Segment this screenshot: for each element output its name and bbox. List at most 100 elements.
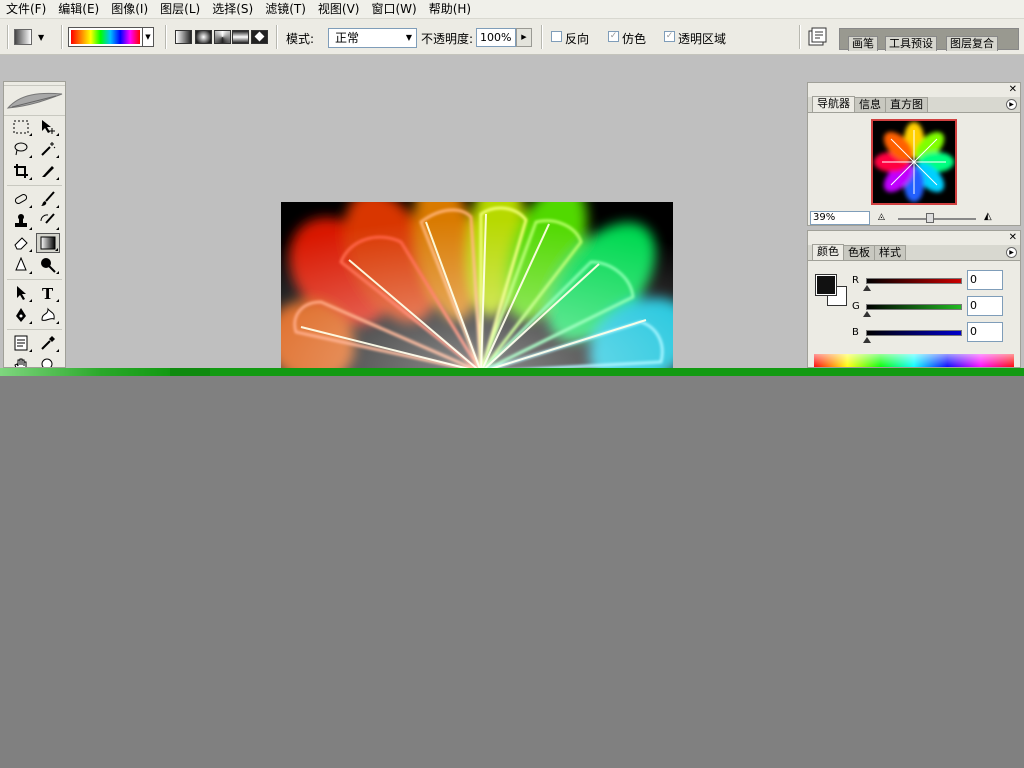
channel-label-b: B	[852, 327, 859, 338]
options-bar: ▼ ▼ 模式: 正常 ▼ 不透明度: 100% ▶ 反向 ✓ 仿色 ✓ 透明区域…	[0, 19, 1024, 55]
tab-info[interactable]: 信息	[854, 97, 886, 112]
tab-styles[interactable]: 样式	[874, 245, 906, 260]
mode-select[interactable]: 正常 ▼	[328, 28, 417, 48]
opacity-slider-button[interactable]: ▶	[516, 28, 532, 47]
tool-preset-picker[interactable]: ▼	[14, 27, 58, 47]
close-icon[interactable]: ✕	[1009, 84, 1017, 96]
flower-artwork	[281, 202, 673, 368]
menu-help[interactable]: 帮助(H)	[423, 0, 477, 19]
chevron-down-icon[interactable]: ▼	[142, 28, 153, 46]
reflected-gradient-button[interactable]	[232, 30, 249, 44]
menu-filter[interactable]: 滤镜(T)	[259, 0, 312, 19]
zoom-out-icon[interactable]: ◬	[878, 212, 885, 222]
zoom-input[interactable]: 39%	[810, 211, 870, 225]
crop-tool-icon[interactable]	[9, 161, 33, 181]
divider	[276, 25, 278, 49]
document-canvas[interactable]	[281, 202, 673, 368]
opacity-label: 不透明度:	[421, 32, 474, 46]
channel-value-b[interactable]: 0	[967, 322, 1003, 342]
gradient-preview[interactable]	[71, 30, 140, 44]
gradient-tool-icon[interactable]	[36, 233, 61, 253]
marquee-tool-icon[interactable]	[9, 117, 33, 137]
divider	[541, 25, 543, 49]
eraser-tool-icon[interactable]	[9, 233, 33, 253]
dodge-tool-icon[interactable]	[36, 255, 60, 275]
channel-slider-g[interactable]	[866, 304, 962, 310]
panel-menu-icon[interactable]: ▶	[1006, 99, 1017, 110]
radial-gradient-button[interactable]	[195, 30, 212, 44]
brush-tool-icon[interactable]	[36, 189, 60, 209]
divider	[61, 25, 63, 49]
navigator-thumbnail[interactable]	[871, 119, 957, 205]
zoom-in-icon[interactable]: ◭	[984, 211, 992, 222]
tab-navigator[interactable]: 导航器	[812, 96, 855, 112]
channel-slider-r[interactable]	[866, 278, 962, 284]
blank-area	[0, 376, 1024, 768]
menu-file[interactable]: 文件(F)	[4, 0, 52, 19]
move-tool-icon[interactable]	[36, 117, 60, 137]
lasso-tool-icon[interactable]	[9, 139, 33, 159]
menu-image[interactable]: 图像(I)	[105, 0, 154, 19]
gradient-picker[interactable]: ▼	[68, 27, 154, 47]
channel-value-r[interactable]: 0	[967, 270, 1003, 290]
blur-tool-icon[interactable]	[9, 255, 33, 275]
color-panel: ✕ 颜色 色板 样式 ▶ R 0 G 0 B 0	[807, 230, 1021, 368]
zoom-slider[interactable]	[898, 218, 976, 220]
slice-tool-icon[interactable]	[36, 161, 60, 181]
menu-layer[interactable]: 图层(L)	[154, 0, 206, 19]
notes-tool-icon[interactable]	[9, 333, 33, 353]
dither-label: 仿色	[622, 32, 647, 46]
menu-view[interactable]: 视图(V)	[312, 0, 366, 19]
file-browser-icon[interactable]	[806, 26, 830, 48]
type-tool-icon[interactable]: T	[36, 283, 60, 303]
angle-gradient-button[interactable]	[214, 30, 231, 44]
svg-text:T: T	[42, 285, 54, 301]
palette-tab-brushes[interactable]: 画笔	[848, 36, 878, 51]
menu-window[interactable]: 窗口(W)	[365, 0, 422, 19]
menu-edit[interactable]: 编辑(E)	[52, 0, 105, 19]
path-selection-tool-icon[interactable]	[9, 283, 33, 303]
progress-bar-fill	[0, 368, 170, 376]
panel-menu-icon[interactable]: ▶	[1006, 247, 1017, 258]
history-brush-tool-icon[interactable]	[36, 211, 60, 231]
zoom-slider-handle[interactable]	[926, 213, 934, 223]
menu-select[interactable]: 选择(S)	[206, 0, 259, 19]
zoom-tool-icon[interactable]	[36, 355, 60, 367]
transparency-label: 透明区域	[678, 32, 727, 46]
diamond-gradient-button[interactable]	[251, 30, 268, 44]
channel-handle-r[interactable]	[863, 285, 871, 291]
foreground-color-swatch[interactable]	[815, 274, 837, 296]
palette-well: 画笔 工具预设 图层复合	[839, 28, 1019, 51]
options-grip[interactable]	[7, 25, 9, 49]
chevron-down-icon: ▼	[38, 32, 45, 42]
tab-histogram[interactable]: 直方图	[885, 97, 928, 112]
custom-shape-tool-icon[interactable]	[36, 305, 60, 325]
channel-slider-b[interactable]	[866, 330, 962, 336]
toolbox: T	[3, 81, 66, 368]
chevron-down-icon: ▼	[405, 33, 412, 42]
palette-tab-layer-comps[interactable]: 图层复合	[946, 36, 998, 51]
tab-color[interactable]: 颜色	[812, 244, 844, 260]
healing-brush-tool-icon[interactable]	[9, 189, 33, 209]
channel-value-g[interactable]: 0	[967, 296, 1003, 316]
magic-wand-tool-icon[interactable]	[36, 139, 60, 159]
gradient-tool-icon	[14, 29, 32, 45]
dither-checkbox[interactable]: ✓	[608, 31, 619, 42]
palette-tab-tool-presets[interactable]: 工具预设	[885, 36, 937, 51]
tab-swatches[interactable]: 色板	[843, 245, 875, 260]
reverse-label: 反向	[565, 32, 590, 46]
hand-tool-icon[interactable]	[9, 355, 33, 367]
pen-tool-icon[interactable]	[9, 305, 33, 325]
reverse-checkbox[interactable]	[551, 31, 562, 42]
adobe-feather-icon[interactable]	[4, 86, 65, 116]
color-spectrum-ramp[interactable]	[814, 354, 1014, 367]
channel-handle-g[interactable]	[863, 311, 871, 317]
clone-stamp-tool-icon[interactable]	[9, 211, 33, 231]
channel-handle-b[interactable]	[863, 337, 871, 343]
close-icon[interactable]: ✕	[1009, 232, 1017, 244]
navigator-panel: ✕ 导航器 信息 直方图 ▶ 39% ◬ ◭	[807, 82, 1021, 226]
opacity-input[interactable]: 100%	[476, 28, 516, 47]
transparency-checkbox[interactable]: ✓	[664, 31, 675, 42]
linear-gradient-button[interactable]	[175, 30, 192, 44]
eyedropper-tool-icon[interactable]	[36, 333, 60, 353]
